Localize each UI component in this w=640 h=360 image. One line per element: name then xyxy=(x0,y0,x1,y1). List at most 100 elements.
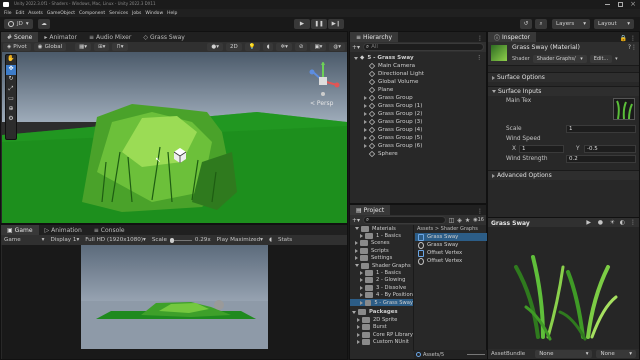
rotate-tool-icon[interactable]: ↻ xyxy=(6,75,16,85)
custom-tool-icon[interactable]: ⚙ xyxy=(6,115,16,125)
hierarchy-search-input[interactable]: ⌕ All xyxy=(363,43,484,51)
history-button[interactable]: ↺ xyxy=(520,19,532,29)
tab-grass-sway[interactable]: ◇ Grass Sway xyxy=(137,32,191,42)
project-folder[interactable]: Scenes xyxy=(350,240,413,247)
expand-arrow-icon[interactable] xyxy=(364,136,367,140)
assetbundle-dropdown[interactable]: None ▾ xyxy=(535,350,593,358)
scale-slider-thumb[interactable] xyxy=(169,237,174,243)
tab-animation[interactable]: ▷ Animation xyxy=(39,225,88,235)
collapse-arrow-icon[interactable] xyxy=(355,241,358,246)
vertex-snap-button[interactable]: ⊓▾ xyxy=(112,43,128,51)
grid-snap-button[interactable]: ▦▾ xyxy=(75,43,92,51)
hierarchy-item[interactable]: Plane xyxy=(354,86,486,94)
gizmos-button[interactable]: ◍▾ xyxy=(329,43,345,51)
play-mode-dropdown[interactable]: Play Maximized ▾ xyxy=(217,237,263,243)
surface-inputs-section[interactable]: Surface Inputs xyxy=(488,86,639,96)
collapse-arrow-icon[interactable] xyxy=(357,317,360,322)
more-options-icon[interactable]: ⋮ xyxy=(630,35,639,42)
project-folder[interactable]: 2 - Glowing xyxy=(350,277,413,284)
expand-arrow-icon[interactable] xyxy=(352,310,356,314)
menu-help[interactable]: Help xyxy=(167,11,177,16)
stats-button[interactable]: Stats xyxy=(278,237,292,243)
wind-x-input[interactable]: 1 xyxy=(519,145,564,153)
pause-button[interactable]: ❚❚ xyxy=(311,19,327,29)
expand-arrow-icon[interactable] xyxy=(355,227,359,231)
expand-arrow-icon[interactable] xyxy=(364,96,367,100)
project-folder[interactable]: 5 - Grass Sway xyxy=(350,298,413,307)
toggle-2d-button[interactable]: 2D xyxy=(225,43,242,51)
collapse-arrow-icon[interactable] xyxy=(357,332,360,337)
expand-arrow-icon[interactable] xyxy=(364,104,367,108)
resolution-dropdown[interactable]: Full HD (1920x1080) ▾ xyxy=(85,237,146,243)
global-dropdown[interactable]: ◉ Global xyxy=(33,43,67,51)
camera-settings-button[interactable]: ▣▾ xyxy=(310,43,327,51)
minimize-icon[interactable] xyxy=(605,4,610,5)
lock-icon[interactable]: 🔒 xyxy=(620,35,630,42)
tab-audio-mixer[interactable]: ≡ Audio Mixer xyxy=(83,32,137,42)
collapse-arrow-icon[interactable] xyxy=(355,248,358,253)
hierarchy-item[interactable]: Grass Group (4) xyxy=(354,126,486,134)
main-tex-slot[interactable] xyxy=(613,98,635,120)
filter-type-icon[interactable]: ◫ xyxy=(449,217,455,224)
audio-toggle[interactable]: ◖ xyxy=(262,43,274,51)
scale-slider[interactable]: Scale 0.29x xyxy=(152,237,211,243)
orientation-gizmo[interactable] xyxy=(304,61,342,100)
move-tool-icon[interactable]: ✥ xyxy=(6,65,16,75)
tab-scene[interactable]: # Scene xyxy=(1,32,39,42)
pivot-dropdown[interactable]: ◈ Pivot xyxy=(3,43,31,51)
expand-arrow-icon[interactable] xyxy=(355,264,359,268)
hierarchy-item[interactable]: Grass Group (6) xyxy=(354,142,486,150)
menu-assets[interactable]: Assets xyxy=(28,11,43,16)
menu-jobs[interactable]: Jobs xyxy=(132,11,141,16)
filter-label-icon[interactable]: ◈ xyxy=(457,217,462,224)
play-button[interactable]: ▶ xyxy=(294,19,310,29)
project-search-input[interactable]: ⌕ xyxy=(363,216,446,224)
scale-tool-icon[interactable]: ⤢ xyxy=(6,85,16,95)
collapse-arrow-icon[interactable] xyxy=(357,340,360,345)
tab-inspector[interactable]: ⓘ Inspector xyxy=(488,32,537,42)
expand-arrow-icon[interactable] xyxy=(364,128,367,132)
search-button[interactable]: ⌕ xyxy=(535,19,547,29)
project-file-item[interactable]: Grass Sway xyxy=(415,241,487,249)
hierarchy-item[interactable]: Grass Group (5) xyxy=(354,134,486,142)
collapse-arrow-icon[interactable] xyxy=(360,234,363,239)
package-item[interactable]: Custom NUnit xyxy=(350,338,413,346)
tab-hierarchy[interactable]: ≡ Hierarchy xyxy=(350,32,399,42)
scale-input[interactable]: 1 xyxy=(566,125,636,133)
scene-row[interactable]: ◆ 5 - Grass Sway ⋮ xyxy=(354,54,486,62)
background-icon[interactable]: ◐ xyxy=(620,219,625,226)
more-options-icon[interactable]: ⋮ xyxy=(476,55,482,61)
tab-console[interactable]: ≡ Console xyxy=(88,225,131,235)
cloud-button[interactable]: ☁ xyxy=(38,19,50,29)
game-mode-dropdown[interactable]: Game ▾ xyxy=(4,237,44,243)
menu-services[interactable]: Services xyxy=(109,11,128,16)
shading-mode-button[interactable]: ●▾ xyxy=(207,43,223,51)
favorite-icon[interactable]: ★ xyxy=(465,217,470,224)
project-folder[interactable]: Materials xyxy=(350,225,413,232)
project-folder[interactable]: 1 - Basics xyxy=(350,269,413,277)
layers-dropdown[interactable]: Layers ▾ xyxy=(552,19,590,29)
hierarchy-item[interactable]: Grass Group (1) xyxy=(354,102,486,110)
wind-y-input[interactable]: -0.5 xyxy=(584,145,636,153)
tab-animator[interactable]: ▸ Animator xyxy=(38,32,83,42)
expand-arrow-icon[interactable] xyxy=(364,112,367,116)
project-folder[interactable]: 3 - Dissolve xyxy=(350,284,413,291)
hierarchy-item[interactable]: Directional Light xyxy=(354,70,486,78)
menu-file[interactable]: File xyxy=(4,11,12,16)
more-options-icon[interactable]: ⋮ xyxy=(477,35,486,42)
expand-arrow-icon[interactable] xyxy=(354,56,358,60)
snap-increment-button[interactable]: ⊞▾ xyxy=(94,43,110,51)
hierarchy-item[interactable]: Main Camera xyxy=(354,62,486,70)
close-icon[interactable]: × xyxy=(630,0,636,8)
lighting-toggle[interactable]: 💡 xyxy=(244,43,260,51)
hand-tool-icon[interactable]: ✋ xyxy=(6,55,16,65)
maximize-icon[interactable] xyxy=(618,2,623,7)
sphere-preview-icon[interactable]: ● xyxy=(598,219,603,226)
shader-dropdown[interactable]: Shader Graphs/ ▾ xyxy=(532,55,587,63)
icon-size-slider[interactable] xyxy=(467,354,485,355)
collapse-arrow-icon[interactable] xyxy=(355,256,358,261)
menu-window[interactable]: Window xyxy=(145,11,163,16)
add-icon[interactable]: +▾ xyxy=(352,44,360,51)
hidden-packages-count[interactable]: ◉16 xyxy=(473,217,484,223)
step-button[interactable]: ▶❙ xyxy=(328,19,344,29)
